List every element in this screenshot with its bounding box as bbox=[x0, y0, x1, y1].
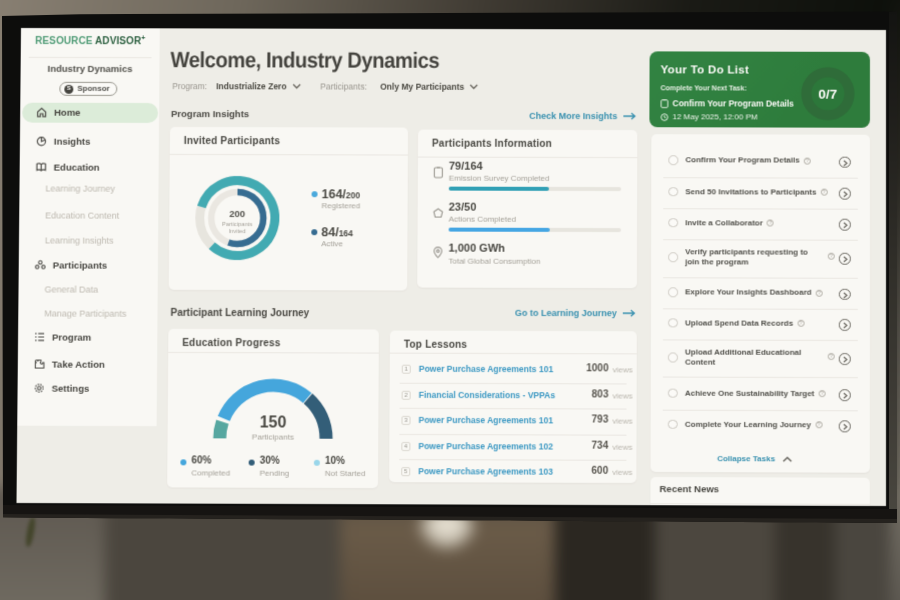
svg-text:0/7: 0/7 bbox=[818, 87, 837, 102]
